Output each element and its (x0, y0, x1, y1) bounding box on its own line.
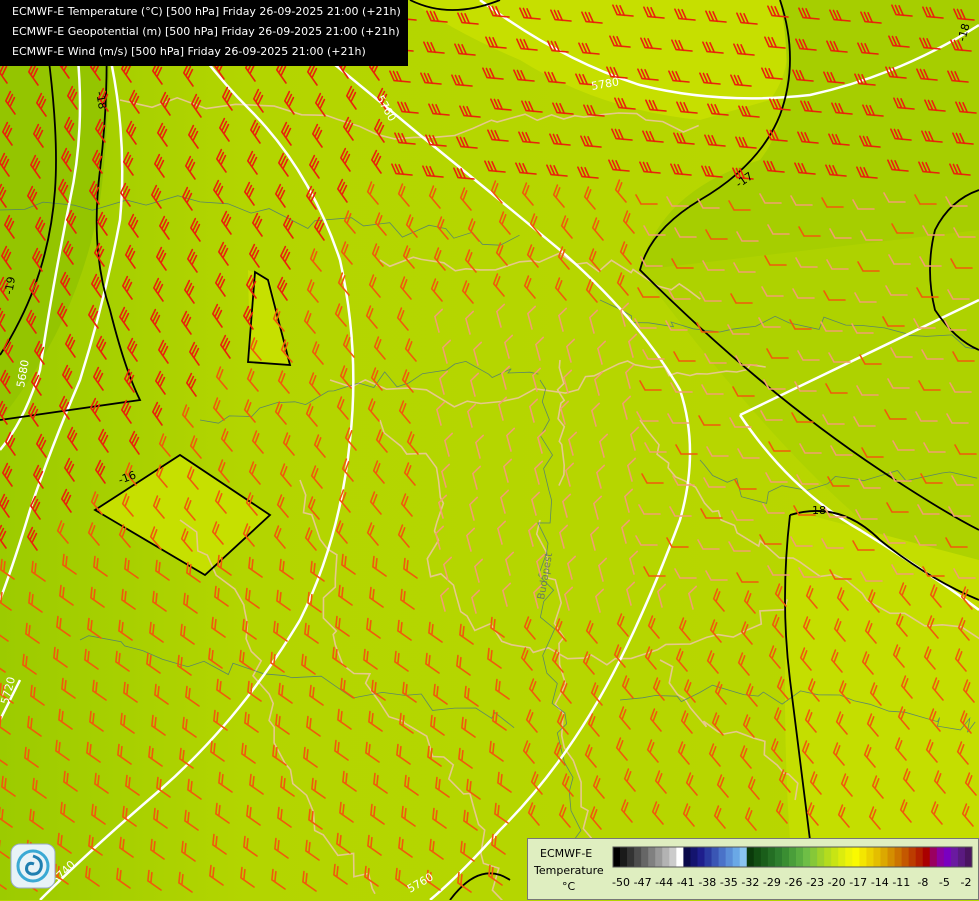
legend-tick-label: -41 (677, 876, 695, 889)
legend-tick-label: -50 (612, 876, 630, 889)
legend-swatch (732, 847, 741, 867)
title-geopotential: ECMWF-E Geopotential (m) [500 hPa] Frida… (12, 25, 400, 38)
legend-swatch (845, 847, 853, 867)
temperature-legend: ECMWF-E Temperature °C -50 -47 -44 -41 -38 -3… (527, 838, 979, 900)
legend-swatch (641, 847, 649, 867)
map-title-box: ECMWF-E Temperature (°C) [500 hPa] Frida… (0, 0, 408, 66)
temperature-label: -18 (808, 504, 826, 517)
legend-swatch (943, 847, 952, 867)
legend-swatch (880, 847, 888, 867)
legend-tick-label: -8 (917, 876, 928, 889)
legend-swatch (838, 847, 846, 867)
legend-tick-label: -35 (720, 876, 738, 889)
legend-swatch (915, 847, 924, 867)
legend-swatch (718, 847, 727, 867)
legend-tick-label: -29 (763, 876, 781, 889)
legend-swatch (929, 847, 938, 867)
legend-colorbar: -50 -47 -44 -41 -38 -35 -32 -29 -26 -23 -20 -17 -14-… (612, 846, 973, 889)
legend-swatch (859, 847, 867, 867)
legend-swatch (704, 847, 712, 867)
legend-tick-label: -5 (939, 876, 950, 889)
legend-swatch (648, 847, 656, 867)
legend-swatch (634, 847, 642, 867)
legend-swatch (767, 847, 776, 867)
legend-tick-label: -20 (828, 876, 846, 889)
weather-map: 5780 5760 5740 5760 5720 5680 -18 -17 -1… (0, 0, 979, 900)
legend-swatch (662, 847, 670, 867)
legend-tick-label: -14 (871, 876, 889, 889)
legend-swatch (690, 847, 698, 867)
ecmwf-logo-icon (10, 843, 56, 889)
legend-swatch (760, 847, 769, 867)
legend-swatch (669, 847, 677, 867)
legend-tick-label: -32 (741, 876, 759, 889)
legend-tick-label: -44 (655, 876, 673, 889)
legend-swatch (683, 847, 691, 867)
legend-swatch (824, 847, 832, 867)
legend-swatch (781, 847, 790, 867)
legend-swatch (810, 847, 818, 867)
legend-swatch (746, 847, 755, 867)
legend-swatch (753, 847, 762, 867)
legend-swatch (852, 847, 860, 867)
legend-swatch (774, 847, 783, 867)
legend-swatch (901, 847, 910, 867)
legend-swatch (655, 847, 663, 867)
legend-tick-label: -2 (961, 876, 972, 889)
legend-swatch (817, 847, 825, 867)
legend-swatch (711, 847, 719, 867)
legend-swatch (676, 847, 684, 867)
legend-tick-label: -17 (849, 876, 867, 889)
legend-swatch (803, 847, 811, 867)
legend-swatch (866, 847, 874, 867)
legend-swatch (627, 847, 635, 867)
legend-swatch (697, 847, 705, 867)
legend-tick-label: -23 (806, 876, 824, 889)
legend-tick-label: -11 (892, 876, 910, 889)
legend-swatch (613, 847, 621, 867)
legend-swatch (936, 847, 945, 867)
legend-tick-label: -47 (634, 876, 652, 889)
legend-swatch (739, 847, 748, 867)
legend-swatch (908, 847, 917, 867)
legend-swatch (964, 847, 973, 867)
legend-swatch (887, 847, 895, 867)
title-temperature: ECMWF-E Temperature (°C) [500 hPa] Frida… (12, 5, 401, 18)
legend-tick-label: -38 (698, 876, 716, 889)
legend-swatch (796, 847, 804, 867)
legend-swatch (894, 847, 903, 867)
title-wind: ECMWF-E Wind (m/s) [500 hPa] Friday 26-0… (12, 45, 366, 58)
legend-tick-label: -26 (785, 876, 803, 889)
legend-swatch (788, 847, 797, 867)
legend-swatch (725, 847, 734, 867)
legend-swatch (957, 847, 966, 867)
legend-swatch (873, 847, 881, 867)
legend-swatch (620, 847, 628, 867)
legend-swatch (922, 847, 931, 867)
temp-patch-southeast (785, 510, 979, 840)
legend-swatch (831, 847, 839, 867)
legend-swatch (950, 847, 959, 867)
